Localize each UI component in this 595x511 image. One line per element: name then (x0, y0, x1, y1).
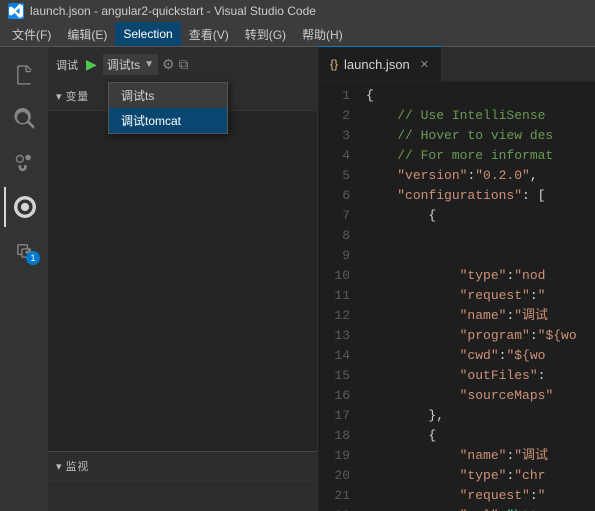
tab-label: launch.json (344, 57, 410, 72)
dropdown-arrow-icon: ▼ (144, 59, 154, 70)
menu-selection[interactable]: Selection (115, 22, 180, 46)
activity-bar: 1 (0, 47, 48, 511)
editor-tab-launch-json[interactable]: {} launch.json ✕ (318, 46, 442, 81)
watch-section-header[interactable]: ▾ 监视 (48, 452, 317, 481)
code-line-5: "version": "0.2.0", (366, 166, 587, 186)
menu-edit[interactable]: 编辑(E) (59, 22, 115, 46)
code-line-2: // Use IntelliSense (366, 106, 587, 126)
debug-config-name: 调试ts (107, 56, 140, 73)
dropdown-item-tomcat[interactable]: 调试tomcat (109, 108, 227, 133)
vscode-icon (8, 3, 24, 19)
menu-goto[interactable]: 转到(G) (237, 22, 294, 46)
menu-bar: 文件(F) 编辑(E) Selection 查看(V) 转到(G) 帮助(H) (0, 22, 595, 47)
debug-config-dropdown: 调试ts 调试tomcat (108, 82, 228, 134)
code-line-14: "cwd": "${wo (366, 346, 587, 366)
code-content: { // Use IntelliSense // Hover to view d… (358, 82, 595, 511)
activity-explorer[interactable] (4, 55, 44, 95)
menu-help[interactable]: 帮助(H) (294, 22, 351, 46)
code-line-21: "request": " (366, 486, 587, 506)
variables-section-label: ▾ 变量 (56, 88, 89, 104)
debug-panel: 调试 ▶ 调试ts ▼ ⚙ ⧉ 调试ts 调试tomcat ▾ 变量 ▾ 监视 (48, 47, 318, 511)
activity-search[interactable] (4, 99, 44, 139)
code-line-10: "type": "nod (366, 266, 587, 286)
code-line-15: "outFiles": (366, 366, 587, 386)
dropdown-item-ts[interactable]: 调试ts (109, 83, 227, 108)
code-line-7: { (366, 206, 587, 226)
code-line-16: "sourceMaps" (366, 386, 587, 406)
debug-play-button[interactable]: ▶ (86, 56, 97, 73)
code-line-3: // Hover to view des (366, 126, 587, 146)
debug-toolbar: 调试 ▶ 调试ts ▼ ⚙ ⧉ 调试ts 调试tomcat (48, 47, 317, 82)
code-line-4: // For more informat (366, 146, 587, 166)
watch-section-label: ▾ 监视 (56, 458, 89, 474)
code-line-17: }, (366, 406, 587, 426)
watch-section: ▾ 监视 (48, 451, 317, 511)
activity-source-control[interactable] (4, 143, 44, 183)
debug-split-button[interactable]: ⧉ (179, 56, 189, 73)
code-line-9 (366, 246, 587, 266)
editor-area: {} launch.json ✕ 1234 5678 9101112 13141… (318, 47, 595, 511)
debug-gear-button[interactable]: ⚙ (162, 56, 175, 73)
tab-bar: {} launch.json ✕ (318, 47, 595, 82)
debug-config-selector[interactable]: 调试ts ▼ (103, 54, 158, 75)
code-line-6: "configurations": [ (366, 186, 587, 206)
code-line-1: { (366, 86, 587, 106)
activity-debug[interactable] (4, 187, 44, 227)
variables-area (48, 111, 317, 451)
code-line-8 (366, 226, 587, 246)
menu-file[interactable]: 文件(F) (4, 22, 59, 46)
code-editor[interactable]: 1234 5678 9101112 13141516 17181920 2122… (318, 82, 595, 511)
json-file-icon: {} (330, 57, 338, 71)
main-layout: 1 调试 ▶ 调试ts ▼ ⚙ ⧉ 调试ts 调试tomcat ▾ 变量 (0, 47, 595, 511)
menu-view[interactable]: 查看(V) (181, 22, 237, 46)
code-line-19: "name": "调试 (366, 446, 587, 466)
code-line-22: "url": "http (366, 506, 587, 511)
code-line-18: { (366, 426, 587, 446)
code-line-11: "request": " (366, 286, 587, 306)
code-line-12: "name": "调试 (366, 306, 587, 326)
code-line-20: "type": "chr (366, 466, 587, 486)
code-line-13: "program": "${wo (366, 326, 587, 346)
debug-label: 调试 (56, 57, 78, 73)
tab-close-icon[interactable]: ✕ (420, 58, 429, 71)
activity-extensions[interactable]: 1 (4, 231, 44, 271)
title-bar: launch.json - angular2-quickstart - Visu… (0, 0, 595, 22)
line-numbers: 1234 5678 9101112 13141516 17181920 2122 (318, 82, 358, 511)
extensions-badge: 1 (26, 251, 40, 265)
window-title: launch.json - angular2-quickstart - Visu… (30, 4, 316, 18)
